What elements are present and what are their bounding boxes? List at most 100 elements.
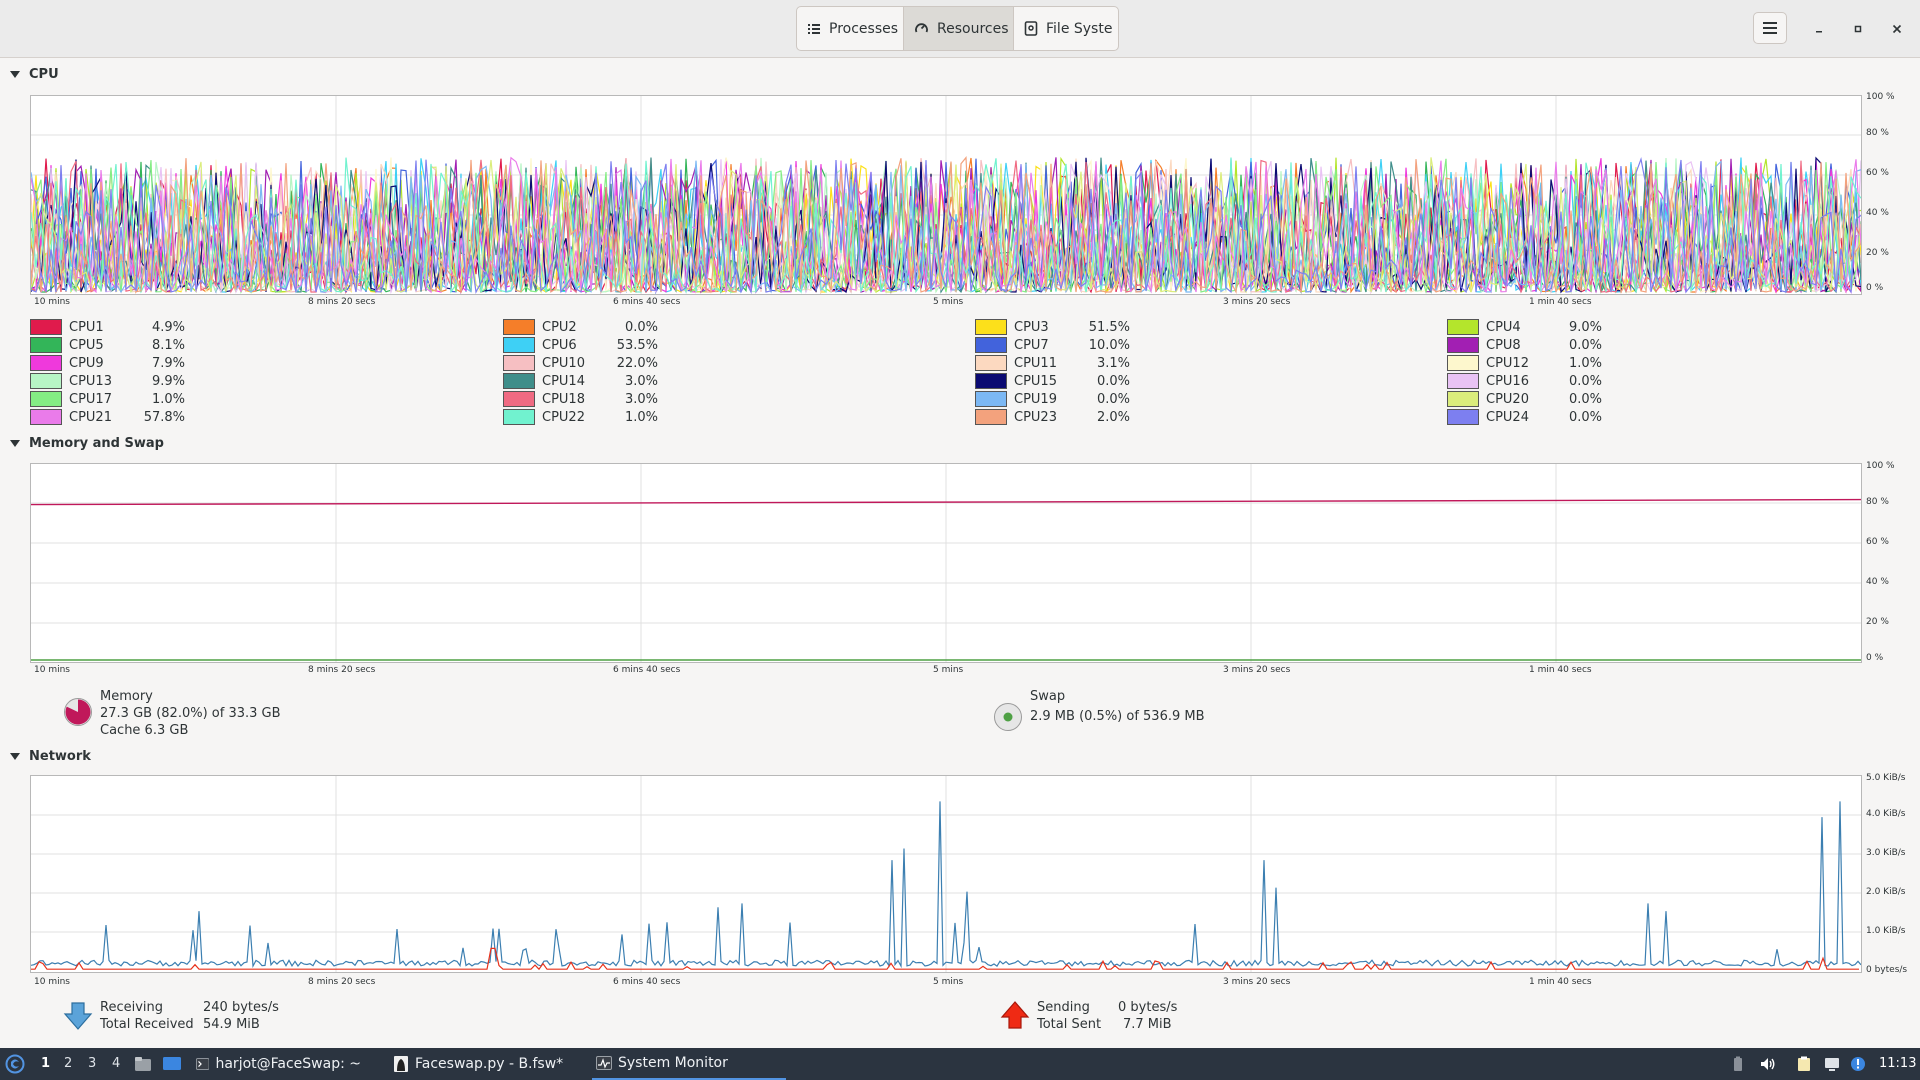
main-menu-button[interactable]: [1753, 12, 1787, 44]
cpu-color-swatch[interactable]: [975, 373, 1007, 389]
cpu-color-swatch[interactable]: [975, 319, 1007, 335]
workspace-2[interactable]: 2: [64, 1056, 72, 1071]
cpu-color-swatch[interactable]: [1447, 409, 1479, 425]
cpu-color-swatch[interactable]: [503, 391, 535, 407]
memory-info: Memory 27.3 GB (82.0%) of 33.3 GB Cache …: [100, 688, 281, 739]
task-faceswap[interactable]: Faceswap.py - B.fsw*: [393, 1048, 568, 1080]
cpu-legend-item[interactable]: CPU3 51.5%: [975, 318, 1130, 336]
y-tick-label: 4.0 KiB/s: [1866, 809, 1906, 819]
cpu-graph-canvas: [31, 96, 1861, 294]
cpu-legend-item[interactable]: CPU7 10.0%: [975, 336, 1130, 354]
start-menu-icon[interactable]: [5, 1054, 25, 1074]
cpu-color-swatch[interactable]: [1447, 319, 1479, 335]
workspace-4[interactable]: 4: [112, 1056, 120, 1071]
cpu-color-swatch[interactable]: [30, 409, 62, 425]
cpu-legend-item[interactable]: CPU24 0.0%: [1447, 408, 1602, 426]
cpu-color-swatch[interactable]: [503, 319, 535, 335]
cpu-legend-item[interactable]: CPU20 0.0%: [1447, 390, 1602, 408]
cpu-color-swatch[interactable]: [975, 355, 1007, 371]
cpu-color-swatch[interactable]: [1447, 373, 1479, 389]
cpu-usage-value: 1.0%: [624, 409, 658, 425]
cpu-color-swatch[interactable]: [30, 391, 62, 407]
cpu-legend-item[interactable]: CPU19 0.0%: [975, 390, 1130, 408]
cpu-name: CPU13: [69, 373, 112, 389]
cpu-color-swatch[interactable]: [975, 409, 1007, 425]
memory-usage: 27.3 GB (82.0%) of 33.3 GB: [100, 706, 281, 721]
cpu-section-title: CPU: [29, 67, 59, 82]
battery-icon[interactable]: [1730, 1056, 1746, 1072]
cpu-color-swatch[interactable]: [503, 373, 535, 389]
tab-file-systems[interactable]: File Syste: [1014, 7, 1118, 50]
minimize-button[interactable]: [1808, 18, 1830, 40]
cpu-color-swatch[interactable]: [1447, 337, 1479, 353]
file-manager-icon[interactable]: [134, 1055, 152, 1073]
maximize-button[interactable]: [1847, 18, 1869, 40]
cpu-color-swatch[interactable]: [503, 355, 535, 371]
cpu-legend-item[interactable]: CPU15 0.0%: [975, 372, 1130, 390]
cpu-legend-item[interactable]: CPU11 3.1%: [975, 354, 1130, 372]
cpu-color-swatch[interactable]: [30, 373, 62, 389]
cpu-color-swatch[interactable]: [1447, 391, 1479, 407]
task-terminal[interactable]: harjot@FaceSwap: ~: [196, 1048, 361, 1080]
x-tick-label: 3 mins 20 secs: [1223, 297, 1291, 307]
cpu-legend-item[interactable]: CPU8 0.0%: [1447, 336, 1602, 354]
tab-processes[interactable]: Processes: [797, 7, 904, 50]
cpu-legend-item[interactable]: CPU17 1.0%: [30, 390, 185, 408]
tab-resources[interactable]: Resources: [904, 7, 1014, 50]
workspace-3[interactable]: 3: [88, 1056, 96, 1071]
cpu-legend-item[interactable]: CPU1 4.9%: [30, 318, 185, 336]
cpu-legend-item[interactable]: CPU2 0.0%: [503, 318, 658, 336]
cpu-legend-item[interactable]: CPU10 22.0%: [503, 354, 658, 372]
workspace-1[interactable]: 1: [41, 1056, 50, 1071]
cpu-name: CPU1: [69, 319, 104, 335]
cpu-color-swatch[interactable]: [975, 391, 1007, 407]
cpu-color-swatch[interactable]: [975, 337, 1007, 353]
cpu-usage-value: 3.1%: [1096, 355, 1130, 371]
cpu-legend-item[interactable]: CPU21 57.8%: [30, 408, 185, 426]
cpu-color-swatch[interactable]: [30, 337, 62, 353]
cpu-usage-value: 0.0%: [1568, 373, 1602, 389]
cpu-name: CPU16: [1486, 373, 1529, 389]
cpu-usage-value: 3.0%: [624, 391, 658, 407]
cpu-legend-item[interactable]: CPU22 1.0%: [503, 408, 658, 426]
show-desktop-icon[interactable]: [162, 1055, 182, 1073]
cpu-legend-item[interactable]: CPU5 8.1%: [30, 336, 185, 354]
cpu-legend-item[interactable]: CPU9 7.9%: [30, 354, 185, 372]
cpu-legend-item[interactable]: CPU4 9.0%: [1447, 318, 1602, 336]
y-tick-label: 100 %: [1866, 92, 1895, 102]
cpu-legend-item[interactable]: CPU6 53.5%: [503, 336, 658, 354]
graph-grid: [31, 464, 1861, 662]
cpu-legend-item[interactable]: CPU12 1.0%: [1447, 354, 1602, 372]
x-tick-label: 6 mins 40 secs: [613, 977, 681, 987]
notification-icon[interactable]: [1850, 1056, 1866, 1072]
cpu-name: CPU9: [69, 355, 104, 371]
cpu-legend-item[interactable]: CPU18 3.0%: [503, 390, 658, 408]
memory-cache: Cache 6.3 GB: [100, 723, 189, 738]
task-system-monitor[interactable]: System Monitor: [592, 1048, 786, 1080]
volume-icon[interactable]: [1760, 1056, 1776, 1072]
cpu-legend-item[interactable]: CPU14 3.0%: [503, 372, 658, 390]
network-history-graph: [30, 775, 1862, 973]
cpu-color-swatch[interactable]: [30, 319, 62, 335]
cpu-usage-value: 1.0%: [151, 391, 185, 407]
cpu-legend-item[interactable]: CPU16 0.0%: [1447, 372, 1602, 390]
x-tick-label: 6 mins 40 secs: [613, 665, 681, 675]
memory-section-header[interactable]: Memory and Swap: [10, 436, 164, 451]
network-y-axis: 5.0 KiB/s 4.0 KiB/s 3.0 KiB/s 2.0 KiB/s …: [1866, 773, 1918, 983]
cpu-legend-item[interactable]: CPU13 9.9%: [30, 372, 185, 390]
cpu-color-swatch[interactable]: [503, 337, 535, 353]
x-tick-label: 1 min 40 secs: [1529, 665, 1592, 675]
graph-grid: [31, 776, 1861, 972]
cpu-section-header[interactable]: CPU: [10, 67, 59, 82]
clipboard-icon[interactable]: [1796, 1056, 1812, 1072]
network-tray-icon[interactable]: [1824, 1056, 1840, 1072]
cpu-usage-value: 0.0%: [1568, 409, 1602, 425]
cpu-color-swatch[interactable]: [30, 355, 62, 371]
y-tick-label: 0 %: [1866, 653, 1884, 663]
receiving-label: Receiving: [100, 1000, 164, 1015]
cpu-legend-item[interactable]: CPU23 2.0%: [975, 408, 1130, 426]
network-section-header[interactable]: Network: [10, 749, 91, 764]
close-button[interactable]: [1886, 18, 1908, 40]
cpu-color-swatch[interactable]: [503, 409, 535, 425]
cpu-color-swatch[interactable]: [1447, 355, 1479, 371]
